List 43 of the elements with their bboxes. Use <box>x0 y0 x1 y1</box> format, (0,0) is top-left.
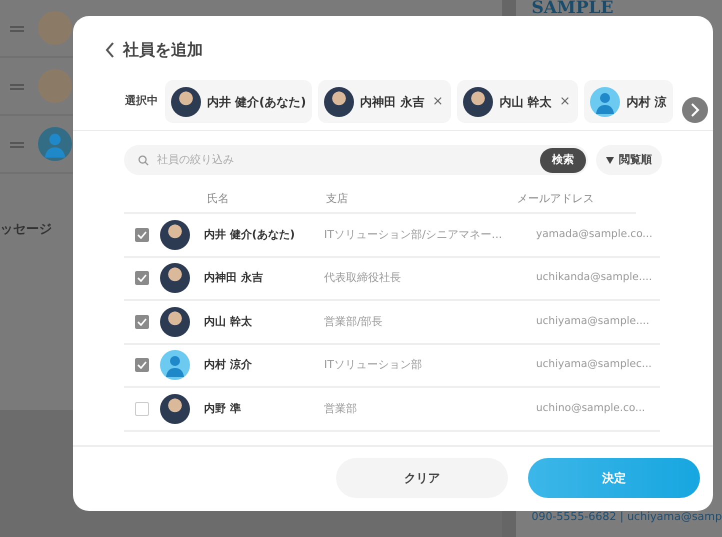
sort-button[interactable]: 閲覧順 <box>596 145 662 175</box>
contact-text: 090-5555-6682 | uchiyama@samp <box>531 508 722 525</box>
employee-name: 内山 幹太 <box>204 314 253 330</box>
employee-name: 内神田 永吉 <box>360 94 424 110</box>
checkbox[interactable] <box>135 358 149 372</box>
department-text: 代表取締役社長 <box>324 270 402 286</box>
remove-button[interactable]: × <box>557 95 572 108</box>
employee-name: 内村 涼介 <box>204 357 253 373</box>
chevron-right-icon <box>690 103 700 117</box>
email-text: uchiyama@sample.... <box>536 314 650 329</box>
email-text: uchikanda@sample.... <box>536 270 652 286</box>
clear-button[interactable]: クリア <box>336 458 508 498</box>
selected-label: 選択中 <box>125 93 159 110</box>
remove-button[interactable]: × <box>430 95 446 108</box>
email-text: uchino@sample.co... <box>536 400 646 416</box>
search-icon <box>138 154 149 166</box>
checkbox[interactable] <box>135 228 149 242</box>
column-header: 氏名 <box>207 191 230 207</box>
employee-name: 内山 幹太 <box>499 94 552 110</box>
email-text: uchiyama@samplec... <box>536 357 652 372</box>
dialog-title: 社員を追加 <box>123 39 203 61</box>
department-text: ITソリューション部/シニアマネー... <box>324 226 504 242</box>
employee-name: 内井 健介(あなた) <box>204 226 296 242</box>
column-header: メールアドレス <box>517 191 594 207</box>
search-field[interactable]: 社員の絞り込み 検索 <box>124 145 588 175</box>
message-label: ッセージ <box>0 221 52 239</box>
column-header: 支店 <box>326 191 349 207</box>
department-text: 営業部/部長 <box>324 314 384 330</box>
caret-icon <box>606 156 614 164</box>
next-arrow-button[interactable] <box>682 97 708 123</box>
email-text: yamada@sample.co... <box>536 226 652 242</box>
search-button[interactable]: 検索 <box>540 148 586 172</box>
employee-name: 内村 涼 <box>626 94 667 110</box>
checkbox[interactable] <box>135 402 149 416</box>
back-icon[interactable] <box>105 42 115 58</box>
department-text: 営業部 <box>324 400 358 416</box>
employee-name: 内野 準 <box>204 400 242 416</box>
logo-text: SAMPLE <box>531 0 614 16</box>
checkbox[interactable] <box>135 314 149 329</box>
employee-name: 内神田 永吉 <box>204 270 264 286</box>
checkbox[interactable] <box>135 271 149 286</box>
employee-name: 内井 健介(あなた) <box>207 94 306 110</box>
department-text: ITソリューション部 <box>324 357 423 373</box>
